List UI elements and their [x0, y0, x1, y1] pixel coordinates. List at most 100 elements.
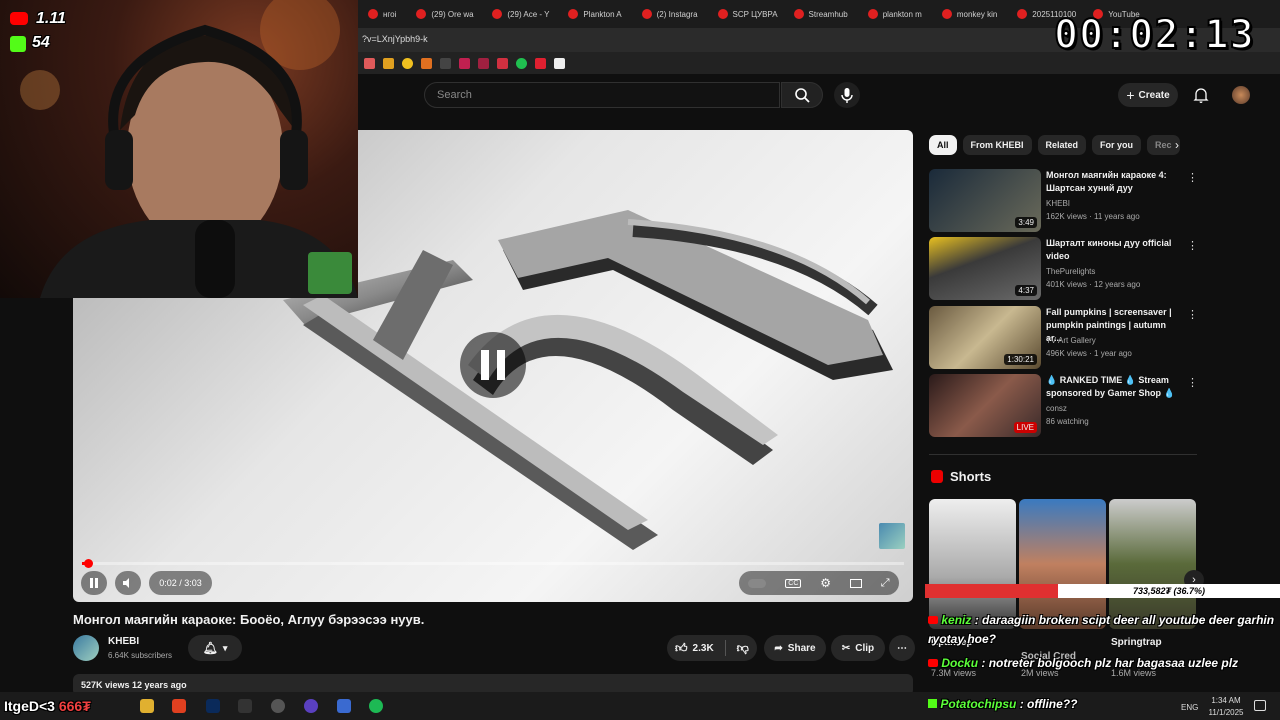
short-thumbnail[interactable]	[1109, 499, 1196, 629]
divider	[929, 454, 1197, 455]
chip-all[interactable]: All	[929, 135, 957, 155]
notifications-button[interactable]	[1192, 86, 1210, 109]
tab-title: нгоі	[383, 9, 397, 19]
file-explorer-icon[interactable]	[140, 699, 154, 713]
more-vert-icon[interactable]: ⋮	[1187, 308, 1198, 321]
bookmark-icon[interactable]	[421, 57, 432, 69]
like-count[interactable]: 2.3K	[693, 643, 714, 654]
browser-tab[interactable]: (29) Ore wa	[406, 0, 482, 28]
browser-tab[interactable]: monkey kin	[932, 0, 1007, 28]
channel-name[interactable]: KHEBI	[108, 636, 139, 647]
more-vert-icon[interactable]: ⋮	[1187, 239, 1198, 252]
thumbnail: 1:30:21	[929, 306, 1041, 369]
more-vert-icon[interactable]: ⋮	[1187, 376, 1198, 389]
bookmark-icon[interactable]	[364, 57, 375, 69]
obs-icon[interactable]	[271, 699, 285, 713]
duration: 3:49	[1015, 217, 1037, 228]
duration: 1:30:21	[1004, 354, 1037, 365]
search-input[interactable]: Search	[424, 82, 780, 108]
bookmark-icon[interactable]	[554, 57, 565, 69]
chip-for-you[interactable]: For you	[1092, 135, 1142, 155]
avatar[interactable]	[1232, 86, 1250, 104]
subscribed-bell-button[interactable]: 🔔︎ ▾	[188, 635, 242, 661]
browser-tab[interactable]: Plankton A	[558, 0, 631, 28]
donation-amount: 666₮	[58, 698, 91, 714]
bookmark-icon[interactable]	[516, 57, 527, 69]
progress-scrubber[interactable]	[84, 559, 93, 568]
bookmark-icon[interactable]	[497, 57, 508, 69]
channel-watermark[interactable]	[879, 523, 905, 549]
language-indicator[interactable]: ENG	[1181, 703, 1198, 712]
chevron-right-icon[interactable]: ›	[1175, 138, 1179, 152]
short-thumbnail[interactable]	[1019, 499, 1106, 629]
clip-button[interactable]: ✂ Clip	[831, 635, 885, 661]
fullscreen-icon[interactable]: ⤢	[881, 577, 890, 590]
browser-tab[interactable]: Streamhub	[784, 0, 858, 28]
brave-browser-icon[interactable]	[172, 699, 186, 713]
share-label: Share	[787, 642, 816, 654]
photoshop-icon[interactable]	[206, 699, 220, 713]
related-video[interactable]: LIVE 💧 RANKED TIME 💧 Stream sponsored by…	[929, 374, 1199, 438]
video-title: Шарталт киноны дуу official video	[1046, 238, 1172, 261]
settings-gear-icon[interactable]: ⚙	[820, 576, 831, 590]
bookmark-icon[interactable]	[440, 57, 451, 69]
bell-icon: 🔔︎	[202, 641, 218, 655]
youtube-viewer-count: 1.11	[36, 10, 66, 27]
captions-icon[interactable]: CC	[785, 578, 802, 588]
tab-favicon-icon	[1017, 9, 1028, 19]
bookmark-icon[interactable]	[478, 57, 489, 69]
tab-favicon-icon	[941, 9, 952, 19]
video-title: Монгол маягийн караоке 4: Шартсан хуний …	[1046, 170, 1167, 193]
channel-avatar[interactable]	[73, 635, 99, 661]
notification-center-icon[interactable]	[1254, 700, 1266, 711]
channel-name: TV Art Gallery	[1046, 336, 1096, 345]
tab-title: Streamhub	[808, 9, 848, 19]
voice-search-button[interactable]	[834, 82, 860, 108]
thumbs-up-icon[interactable]: 👍︎	[675, 641, 688, 656]
chat-message: Docku : notreter bolgooch plz har bagasa…	[928, 654, 1278, 673]
live-app-icon[interactable]	[238, 699, 252, 713]
bookmark-icon[interactable]	[383, 57, 394, 69]
related-video[interactable]: 3:49 Монгол маягийн караоке 4: Шартсан х…	[929, 169, 1199, 233]
search-icon	[795, 88, 810, 103]
more-vert-icon[interactable]: ⋮	[1187, 171, 1198, 184]
live-badge: LIVE	[1013, 422, 1037, 433]
search-button[interactable]	[781, 82, 823, 108]
pause-icon	[90, 578, 98, 588]
play-pause-button[interactable]	[81, 571, 107, 595]
browser-tab[interactable]: (29) Ace - Y	[482, 0, 558, 28]
chat-username: Docku	[941, 656, 979, 670]
clock[interactable]: 1:34 AM 11/1/2025	[1206, 695, 1246, 719]
miniplayer-icon[interactable]	[849, 578, 862, 588]
youtube-icon	[928, 616, 938, 624]
create-button[interactable]: + Create	[1118, 83, 1178, 107]
browser-tab[interactable]: нгоі	[358, 0, 406, 28]
calculator-icon[interactable]	[337, 699, 351, 713]
autoplay-toggle-icon[interactable]	[748, 578, 767, 588]
browser-tab[interactable]: plankton m	[858, 0, 932, 28]
spotify-icon[interactable]	[369, 699, 383, 713]
more-actions-button[interactable]: ⋯	[889, 635, 915, 661]
volume-button[interactable]	[115, 571, 141, 595]
chip-related[interactable]: Related	[1037, 135, 1087, 155]
messenger-icon[interactable]	[304, 699, 318, 713]
bookmark-icon[interactable]	[459, 57, 470, 69]
tab-favicon-icon	[568, 9, 579, 19]
progress-bar[interactable]	[82, 562, 904, 565]
bookmark-icon[interactable]	[402, 57, 413, 69]
browser-tab[interactable]: SCP ЦУВРА	[708, 0, 784, 28]
plus-icon: +	[1126, 87, 1135, 103]
share-button[interactable]: ➦ Share	[764, 635, 826, 661]
clock-time: 1:34 AM	[1211, 696, 1241, 705]
chip-from-khebi[interactable]: From KHEBI	[962, 135, 1032, 155]
related-video[interactable]: 1:30:21 Fall pumpkins | screensaver | pu…	[929, 306, 1199, 370]
browser-tab[interactable]: (2) Instagra	[632, 0, 708, 28]
thumbs-down-icon[interactable]: 👎︎	[737, 641, 749, 656]
channel-name: ThePurelights	[1046, 267, 1096, 276]
pause-overlay-button[interactable]	[460, 332, 526, 398]
short-thumbnail[interactable]	[929, 499, 1016, 629]
goal-progress-label: 733,582₮ (36.7%)	[1058, 584, 1280, 598]
clock-date: 11/1/2025	[1208, 708, 1244, 717]
related-video[interactable]: 4:37 Шарталт киноны дуу official video T…	[929, 237, 1199, 301]
bookmark-icon[interactable]	[535, 57, 546, 69]
